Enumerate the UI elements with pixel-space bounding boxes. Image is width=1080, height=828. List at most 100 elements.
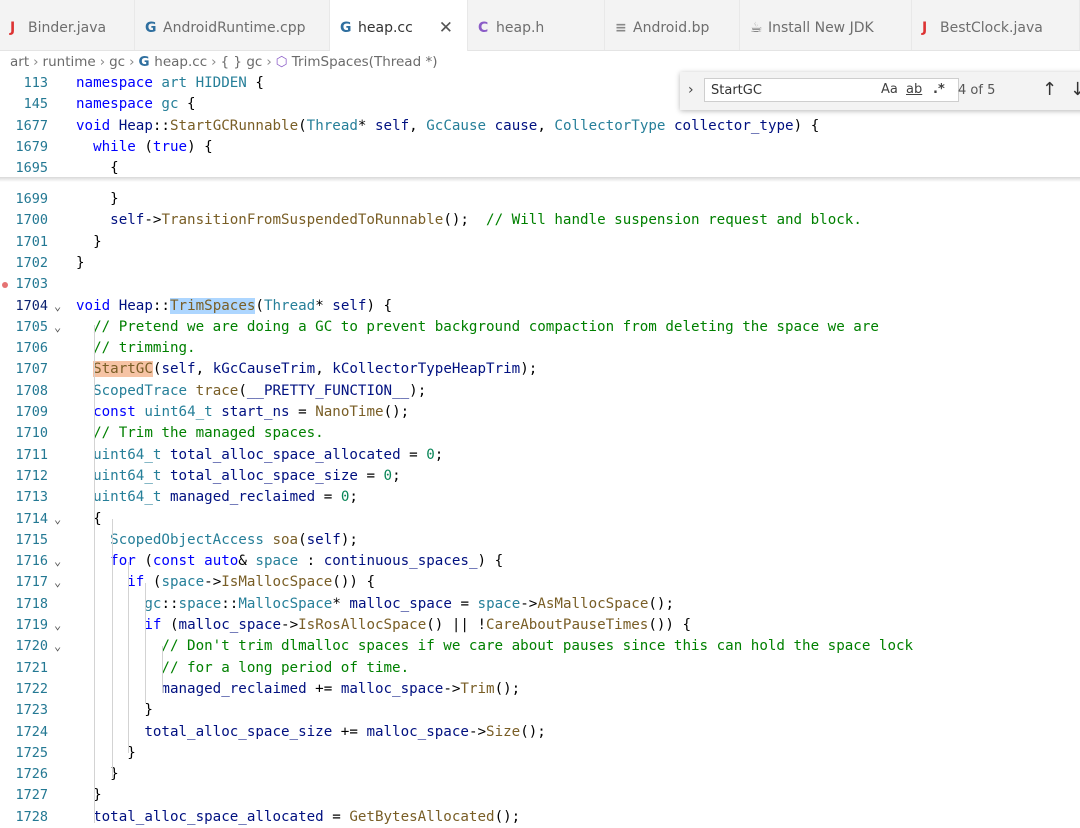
code-line[interactable]: 1679 while (true) { — [0, 137, 1080, 158]
line-number: 113 — [23, 75, 48, 91]
code-text: if (malloc_space->IsRosAllocSpace() || !… — [144, 617, 692, 633]
breadcrumb-item[interactable]: TrimSpaces(Thread *) — [292, 54, 438, 70]
code-text: void Heap::StartGCRunnable(Thread* self,… — [76, 117, 820, 134]
code-line[interactable]: 1713 uint64_t managed_reclaimed = 0; — [0, 487, 1080, 508]
match-whole-word-button[interactable]: ab — [906, 82, 922, 97]
code-line[interactable]: 1703 — [0, 274, 1080, 295]
code-line[interactable]: 1718 gc::space::MallocSpace* malloc_spac… — [0, 594, 1080, 615]
code-text: } — [76, 233, 102, 250]
fold-chevron-icon[interactable]: ⌄ — [54, 551, 61, 572]
line-number: 1707 — [15, 361, 48, 378]
line-number: 1711 — [15, 446, 48, 463]
indent-guide — [128, 562, 129, 753]
code-line[interactable]: 1727 } — [0, 785, 1080, 806]
close-tab-icon[interactable]: ✕ — [439, 18, 453, 38]
code-line[interactable]: 1700 self->TransitionFromSuspendedToRunn… — [0, 210, 1080, 231]
line-number: 1701 — [15, 233, 48, 250]
line-number: 1703 — [15, 276, 48, 293]
code-line[interactable]: 1725 } — [0, 743, 1080, 764]
fold-chevron-icon[interactable]: ⌄ — [54, 296, 61, 317]
code-line[interactable]: 1699 } — [0, 189, 1080, 210]
code-text: total_alloc_space_size += malloc_space->… — [144, 723, 546, 740]
editor-tab-bar: J Binder.java G AndroidRuntime.cpp Gheap.cc ✕… — [0, 0, 1080, 51]
tab-bestclock-java[interactable]: J BestClock.java — [912, 0, 1080, 50]
code-text: } — [76, 254, 85, 271]
fold-chevron-icon[interactable]: ⌄ — [54, 509, 61, 530]
code-line[interactable]: 1716 ⌄ for (const auto& space : continuou… — [0, 551, 1080, 572]
fold-chevron-icon[interactable]: ⌄ — [54, 615, 61, 636]
line-number: 1712 — [15, 467, 48, 484]
code-text: gc::space::MallocSpace* malloc_space = s… — [144, 595, 675, 612]
line-number: 1717 — [15, 574, 48, 591]
toggle-replace-chevron-icon[interactable]: › — [688, 82, 694, 98]
line-number: 1708 — [15, 382, 48, 399]
code-line[interactable]: 1710 // Trim the managed spaces. — [0, 423, 1080, 444]
code-text: ScopedTrace trace(__PRETTY_FUNCTION__); — [93, 382, 427, 399]
match-case-button[interactable]: Aa — [881, 82, 898, 97]
code-line[interactable]: 1702} — [0, 253, 1080, 274]
code-line[interactable]: 1723 } — [0, 700, 1080, 721]
line-number: 1727 — [15, 787, 48, 804]
code-line[interactable]: 1719 ⌄ if (malloc_space->IsRosAllocSpace(… — [0, 615, 1080, 636]
code-line[interactable]: 1695 { — [0, 158, 1080, 179]
breadcrumb-item[interactable]: runtime — [43, 54, 96, 70]
code-line[interactable]: 1714 ⌄ { — [0, 509, 1080, 530]
breadcrumb-item[interactable]: gc — [246, 54, 262, 70]
code-line[interactable]: 1726 } — [0, 764, 1080, 785]
code-line[interactable]: 1709 const uint64_t start_ns = NanoTime(… — [0, 402, 1080, 423]
fold-chevron-icon[interactable]: ⌄ — [54, 636, 61, 657]
code-text: void Heap::TrimSpaces(Thread* self) { — [76, 297, 393, 314]
code-line[interactable]: 1705 ⌄ // Pretend we are doing a GC to pr… — [0, 317, 1080, 338]
code-text: } — [76, 702, 153, 719]
line-number: 1728 — [15, 808, 48, 825]
tab-android-bp[interactable]: ≡ Android.bp — [605, 0, 740, 50]
code-line[interactable]: 1677 void Heap::StartGCRunnable(Thread* s… — [0, 116, 1080, 137]
code-text: ScopedObjectAccess soa(self); — [110, 531, 358, 548]
line-number: 1677 — [15, 117, 48, 134]
tab-androidruntime-cpp[interactable]: G AndroidRuntime.cpp — [135, 0, 330, 50]
code-line[interactable]: 1704 ⌄ void Heap::TrimSpaces(Thread* self)… — [0, 296, 1080, 317]
code-line[interactable]: 1717 ⌄ if (space->IsMallocSpace()) { — [0, 572, 1080, 593]
tab-heap-h[interactable]: Cheap.h — [468, 0, 605, 50]
breadcrumb-separator-icon: › — [266, 54, 272, 70]
tab-label: heap.h — [496, 20, 545, 36]
code-editor[interactable]: 113 namespace art HIDDEN {145 namespace gc… — [0, 73, 1080, 828]
tab-binder-java[interactable]: J Binder.java — [0, 0, 135, 50]
breadcrumb-item[interactable]: gc — [109, 54, 125, 70]
code-line[interactable]: 1706 // trimming. — [0, 338, 1080, 359]
code-line[interactable]: 1712 uint64_t total_alloc_space_size = 0… — [0, 466, 1080, 487]
code-line[interactable]: 1724 total_alloc_space_size += malloc_sp… — [0, 722, 1080, 743]
code-text: // for a long period of time. — [161, 659, 410, 676]
line-number: 1713 — [15, 489, 48, 506]
fold-chevron-icon[interactable]: ⌄ — [54, 317, 61, 338]
code-text: if (space->IsMallocSpace()) { — [127, 574, 376, 591]
code-text: // Pretend we are doing a GC to prevent … — [93, 318, 879, 335]
line-number: 1725 — [15, 744, 48, 761]
breadcrumb-separator-icon: › — [33, 54, 39, 70]
find-widget: › StartGC Aa ab .* 4 of 5 ↑ ↓ — [680, 72, 1080, 110]
code-line[interactable]: 1711 uint64_t total_alloc_space_allocate… — [0, 445, 1080, 466]
tab-install-new-jdk[interactable]: ☕ Install New JDK — [740, 0, 912, 50]
tab-heap-cc[interactable]: Gheap.cc ✕ — [330, 0, 468, 51]
code-line[interactable]: 1715 ScopedObjectAccess soa(self); — [0, 530, 1080, 551]
code-line[interactable]: 1707 StartGC(self, kGcCauseTrim, kCollec… — [0, 359, 1080, 380]
line-number: 1709 — [15, 404, 48, 420]
next-match-button[interactable]: ↓ — [1070, 79, 1080, 100]
use-regex-button[interactable]: .* — [933, 82, 945, 97]
breadcrumb-item[interactable]: art — [10, 54, 29, 70]
code-text: self->TransitionFromSuspendedToRunnable(… — [110, 212, 862, 229]
previous-match-button[interactable]: ↑ — [1042, 79, 1057, 100]
code-line[interactable]: 1728 total_alloc_space_allocated = GetBy… — [0, 807, 1080, 828]
line-number: 1705 — [15, 318, 48, 335]
code-line[interactable]: 1708 ScopedTrace trace(__PRETTY_FUNCTION… — [0, 381, 1080, 402]
code-text: namespace gc { — [76, 96, 196, 113]
code-text: { — [76, 160, 119, 177]
code-line[interactable]: 1701 } — [0, 232, 1080, 253]
fold-chevron-icon[interactable]: ⌄ — [54, 572, 61, 593]
code-text: const uint64_t start_ns = NanoTime(); — [93, 404, 410, 420]
indent-guide — [145, 583, 146, 703]
code-text: } — [76, 744, 136, 761]
breadcrumb-item[interactable]: heap.cc — [154, 54, 207, 70]
line-number: 1726 — [15, 766, 48, 783]
line-number: 1702 — [15, 254, 48, 271]
